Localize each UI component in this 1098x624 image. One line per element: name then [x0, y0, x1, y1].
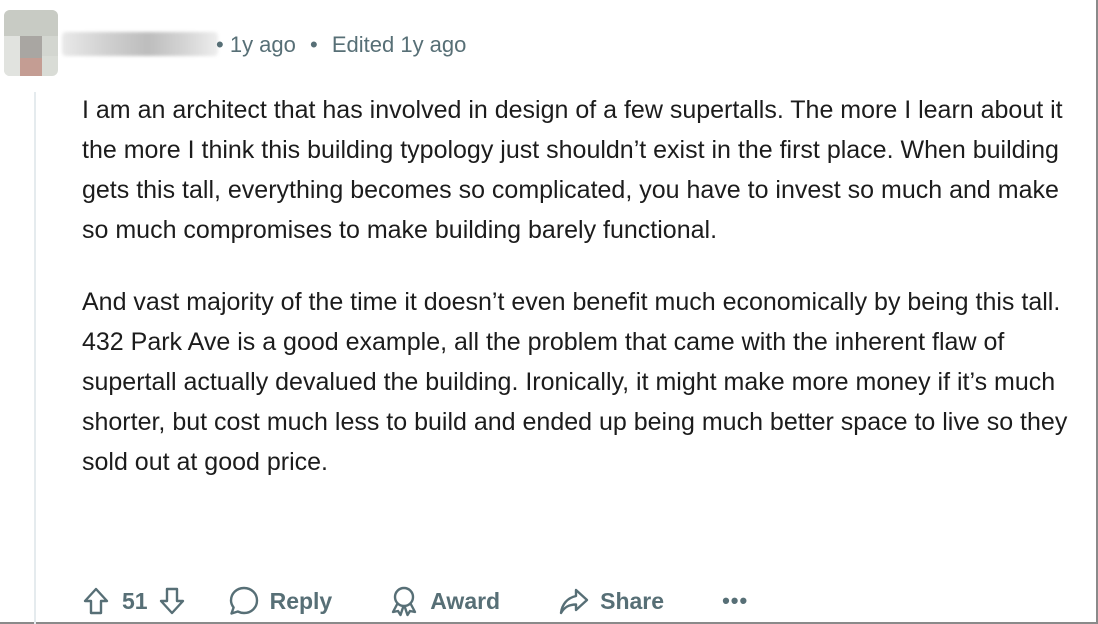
time-ago[interactable]: 1y ago: [230, 32, 296, 57]
downvote-arrow-icon[interactable]: [158, 586, 186, 616]
award-button[interactable]: Award: [388, 585, 500, 617]
more-options-button[interactable]: •••: [722, 588, 748, 614]
award-ribbon-icon: [388, 585, 420, 617]
vote-score: 51: [122, 587, 148, 614]
upvote-arrow-icon[interactable]: [82, 586, 110, 616]
thread-line[interactable]: [34, 92, 36, 624]
comment-paragraph: And vast majority of the time it doesn’t…: [82, 288, 1068, 476]
separator-dot: •: [310, 32, 318, 57]
comment-actions: 51 Reply Award Share •••: [82, 582, 748, 620]
edited-label: Edited 1y ago: [331, 32, 467, 57]
comment-body: I am an architect that has involved in d…: [82, 90, 1072, 482]
username-blurred[interactable]: [62, 32, 218, 56]
avatar[interactable]: [4, 10, 58, 76]
separator-dot: •: [216, 32, 224, 57]
speech-bubble-icon: [228, 585, 260, 617]
award-label: Award: [430, 587, 501, 614]
vote-group: 51: [82, 586, 186, 616]
reply-label: Reply: [269, 587, 333, 614]
comment-paragraph: I am an architect that has involved in d…: [82, 96, 1063, 244]
comment-meta: • 1y ago • Edited 1y ago: [216, 31, 466, 59]
share-button[interactable]: Share: [558, 586, 664, 616]
share-arrow-icon: [558, 586, 590, 616]
reply-button[interactable]: Reply: [228, 585, 333, 617]
share-label: Share: [600, 587, 665, 614]
